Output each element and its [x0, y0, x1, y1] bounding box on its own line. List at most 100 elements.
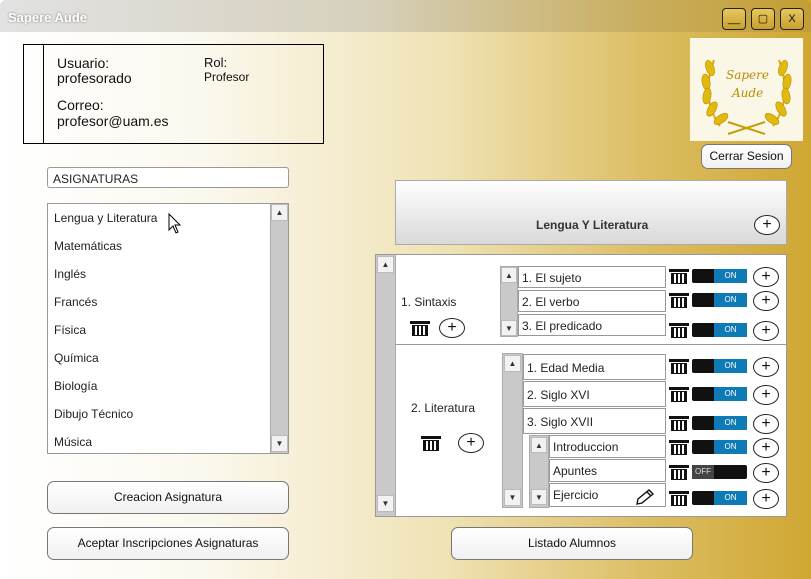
- trash-icon[interactable]: [668, 322, 690, 339]
- logout-button[interactable]: Cerrar Sesion: [701, 144, 792, 169]
- minimize-button[interactable]: __: [722, 8, 746, 30]
- subject-item[interactable]: Inglés: [54, 267, 86, 281]
- scroll-down-arrow-icon[interactable]: ▼: [501, 320, 517, 336]
- trash-icon[interactable]: [668, 386, 690, 403]
- subject-item[interactable]: Matemáticas: [54, 239, 122, 253]
- visibility-toggle[interactable]: ON: [692, 269, 747, 283]
- scroll-up-arrow-icon[interactable]: ▲: [531, 437, 547, 453]
- subject-item[interactable]: Dibujo Técnico: [54, 407, 133, 421]
- mouse-cursor-icon: [168, 213, 182, 234]
- add-topic-plus-icon[interactable]: +: [439, 318, 465, 338]
- subject-item[interactable]: Francés: [54, 295, 97, 309]
- section-scrollbar[interactable]: ▲ ▼: [502, 353, 523, 508]
- maximize-button[interactable]: ▢: [751, 8, 775, 30]
- logo-text-2: Aude: [732, 86, 764, 100]
- logo-text-1: Sapere: [726, 68, 769, 82]
- add-item-plus-icon[interactable]: +: [753, 357, 779, 377]
- email-value: profesor@uam.es: [57, 113, 169, 129]
- trash-icon[interactable]: [668, 292, 690, 309]
- pencil-icon[interactable]: [634, 488, 656, 506]
- title-bar[interactable]: Sapere Aude __ ▢ X: [0, 0, 811, 32]
- course-scrollbar[interactable]: ▲ ▼: [376, 255, 396, 516]
- topic-item[interactable]: 1. Edad Media: [523, 354, 666, 380]
- scroll-up-arrow-icon[interactable]: ▲: [271, 204, 288, 221]
- toggle-state-label: ON: [714, 416, 747, 430]
- add-item-plus-icon[interactable]: +: [753, 291, 779, 311]
- visibility-toggle[interactable]: ON: [692, 416, 747, 430]
- toggle-state-label: ON: [714, 293, 747, 307]
- user-label: Usuario:: [57, 55, 110, 71]
- course-header: Lengua Y Literatura +: [395, 180, 787, 245]
- toggle-state-label: ON: [714, 440, 747, 454]
- sapere-aude-logo: Sapere Aude: [690, 38, 803, 141]
- visibility-toggle[interactable]: ON: [692, 440, 747, 454]
- scroll-up-arrow-icon[interactable]: ▲: [377, 256, 394, 273]
- create-subject-button[interactable]: Creacion Asignatura: [47, 481, 289, 514]
- section-scrollbar[interactable]: ▲ ▼: [500, 266, 518, 337]
- user-value: profesorado: [57, 70, 132, 86]
- topic-item[interactable]: 2. El verbo: [518, 290, 666, 312]
- course-content-tree[interactable]: ▲ ▼ 1. Sintaxis + ▲ ▼ 1. El sujeto 2. El…: [375, 254, 787, 517]
- subject-item[interactable]: Física: [54, 323, 86, 337]
- add-section-plus-icon[interactable]: +: [754, 215, 780, 235]
- accept-enrollments-button[interactable]: Aceptar Inscripciones Asignaturas: [47, 527, 289, 560]
- visibility-toggle[interactable]: ON: [692, 359, 747, 373]
- trash-icon[interactable]: [668, 268, 690, 285]
- scroll-down-arrow-icon[interactable]: ▼: [531, 489, 547, 505]
- trash-icon[interactable]: [668, 439, 690, 456]
- add-item-plus-icon[interactable]: +: [753, 489, 779, 509]
- visibility-toggle[interactable]: ON: [692, 387, 747, 401]
- scroll-down-arrow-icon[interactable]: ▼: [271, 435, 288, 452]
- add-topic-plus-icon[interactable]: +: [458, 433, 484, 453]
- email-label: Correo:: [57, 97, 104, 113]
- students-list-button[interactable]: Listado Alumnos: [451, 527, 693, 560]
- add-item-plus-icon[interactable]: +: [753, 463, 779, 483]
- role-label: Rol:: [204, 55, 228, 70]
- subtopic-item[interactable]: Apuntes: [549, 459, 666, 482]
- section-divider: [396, 344, 787, 345]
- subject-item[interactable]: Música: [54, 435, 92, 449]
- subject-item[interactable]: Química: [54, 351, 99, 365]
- toggle-state-label: ON: [714, 323, 747, 337]
- toggle-state-label: ON: [714, 269, 747, 283]
- subtopic-item[interactable]: Introduccion: [549, 435, 666, 458]
- toggle-state-label: ON: [714, 491, 747, 505]
- trash-icon[interactable]: [668, 358, 690, 375]
- add-item-plus-icon[interactable]: +: [753, 321, 779, 341]
- subject-item[interactable]: Lengua y Literatura: [54, 211, 157, 225]
- trash-icon[interactable]: [420, 435, 442, 452]
- topic-scrollbar[interactable]: ▲ ▼: [529, 435, 549, 508]
- add-item-plus-icon[interactable]: +: [753, 267, 779, 287]
- topic-item[interactable]: 2. Siglo XVI: [523, 381, 666, 407]
- visibility-toggle[interactable]: OFF: [692, 465, 747, 479]
- visibility-toggle[interactable]: ON: [692, 491, 747, 505]
- scroll-down-arrow-icon[interactable]: ▼: [504, 489, 521, 506]
- topic-item[interactable]: 3. El predicado: [518, 314, 666, 336]
- add-item-plus-icon[interactable]: +: [753, 438, 779, 458]
- role-value: Profesor: [204, 70, 250, 84]
- trash-icon[interactable]: [668, 464, 690, 481]
- subject-item[interactable]: Biología: [54, 379, 97, 393]
- subjects-scrollbar[interactable]: ▲ ▼: [270, 204, 288, 453]
- scroll-down-arrow-icon[interactable]: ▼: [377, 495, 394, 512]
- add-item-plus-icon[interactable]: +: [753, 414, 779, 434]
- toggle-state-label: OFF: [692, 465, 714, 479]
- visibility-toggle[interactable]: ON: [692, 293, 747, 307]
- close-button[interactable]: X: [780, 8, 804, 30]
- scroll-up-arrow-icon[interactable]: ▲: [504, 355, 521, 372]
- trash-icon[interactable]: [409, 320, 431, 337]
- section-name: 1. Sintaxis: [401, 295, 457, 309]
- subjects-list[interactable]: Lengua y Literatura Matemáticas Inglés F…: [47, 203, 289, 454]
- visibility-toggle[interactable]: ON: [692, 323, 747, 337]
- scroll-up-arrow-icon[interactable]: ▲: [501, 267, 517, 283]
- user-info-panel: Usuario: profesorado Rol: Profesor Corre…: [23, 44, 324, 144]
- trash-icon[interactable]: [668, 415, 690, 432]
- add-item-plus-icon[interactable]: +: [753, 385, 779, 405]
- subjects-header: ASIGNATURAS: [47, 167, 289, 188]
- topic-item[interactable]: 1. El sujeto: [518, 266, 666, 288]
- course-title: Lengua Y Literatura: [536, 218, 649, 232]
- toggle-state-label: ON: [714, 359, 747, 373]
- trash-icon[interactable]: [668, 490, 690, 507]
- section-name: 2. Literatura: [411, 401, 476, 415]
- topic-item[interactable]: 3. Siglo XVII: [523, 408, 666, 434]
